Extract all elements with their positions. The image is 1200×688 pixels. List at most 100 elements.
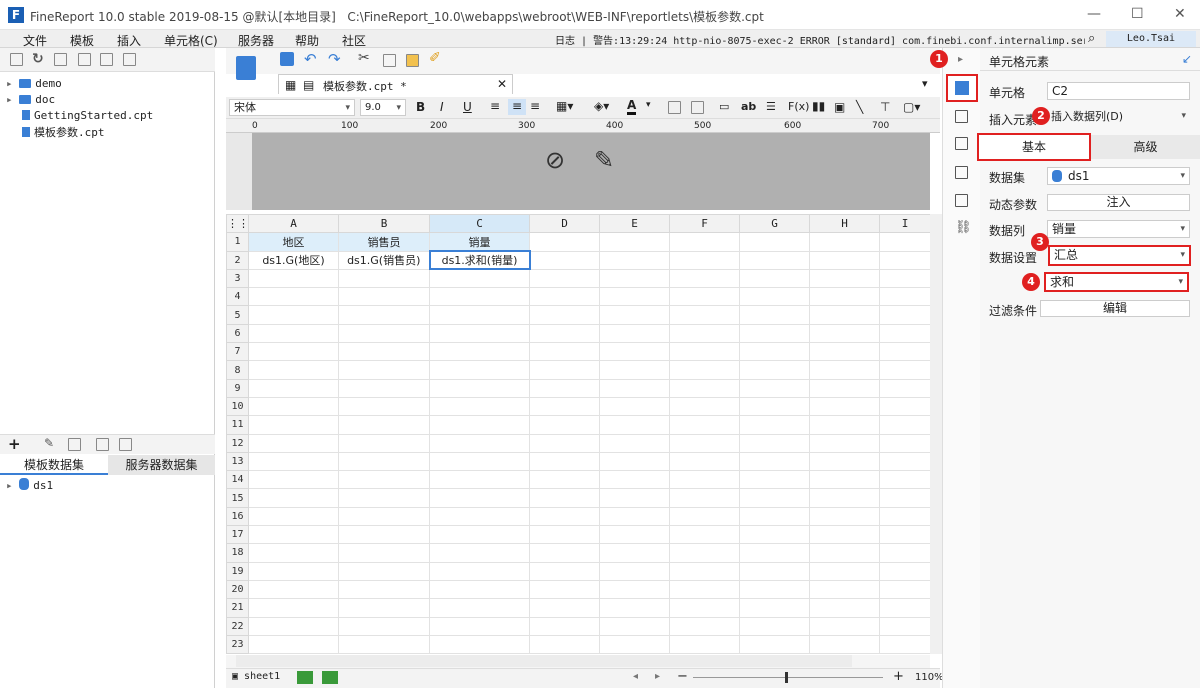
cell[interactable] xyxy=(338,506,430,527)
row-header[interactable]: 22 xyxy=(226,616,249,636)
cell[interactable] xyxy=(529,342,600,362)
cell[interactable] xyxy=(669,360,740,380)
redo-icon[interactable]: ↷ xyxy=(328,50,341,68)
cell[interactable] xyxy=(879,250,931,270)
cell[interactable] xyxy=(248,616,339,636)
cell[interactable] xyxy=(879,470,931,490)
cell[interactable] xyxy=(599,305,670,325)
cell[interactable] xyxy=(338,378,430,398)
cell[interactable] xyxy=(529,268,600,289)
cell[interactable] xyxy=(338,342,430,362)
add-sheet-icon[interactable] xyxy=(297,671,313,684)
tab-basic[interactable]: 基本 xyxy=(977,133,1091,161)
bold-icon[interactable]: B xyxy=(416,100,425,114)
cell[interactable] xyxy=(248,598,339,618)
row-header[interactable]: 19 xyxy=(226,561,249,581)
cell[interactable] xyxy=(669,323,740,344)
row-header[interactable]: 23 xyxy=(226,634,249,655)
cell[interactable] xyxy=(809,561,880,581)
cell[interactable] xyxy=(669,433,740,453)
cell[interactable] xyxy=(599,268,670,289)
row-header[interactable]: 3 xyxy=(226,268,249,289)
col-header[interactable]: C xyxy=(429,213,530,234)
cell[interactable] xyxy=(599,250,670,270)
cell[interactable] xyxy=(599,378,670,398)
richtext-icon[interactable]: ab xyxy=(741,100,756,113)
cell[interactable] xyxy=(809,232,880,252)
cell[interactable] xyxy=(809,598,880,618)
cell[interactable] xyxy=(809,323,880,344)
cell-c2[interactable]: ds1.求和(销量) xyxy=(428,250,531,271)
cell[interactable] xyxy=(338,268,430,289)
col-header[interactable]: H xyxy=(809,213,880,234)
cell[interactable] xyxy=(739,396,810,417)
cell[interactable] xyxy=(739,634,810,655)
align-center-icon[interactable]: ≡ xyxy=(508,99,526,115)
cell[interactable] xyxy=(879,360,931,380)
border-icon[interactable]: ▦▾ xyxy=(556,99,573,113)
cell[interactable] xyxy=(739,598,810,618)
cell[interactable] xyxy=(879,488,931,508)
cell[interactable] xyxy=(248,360,339,380)
cell[interactable] xyxy=(669,396,740,417)
corner-cell[interactable]: ⋮⋮ xyxy=(226,213,249,234)
cell[interactable] xyxy=(248,287,339,307)
cell[interactable] xyxy=(739,323,810,344)
cell[interactable] xyxy=(529,561,600,581)
cell[interactable] xyxy=(739,543,810,563)
cell[interactable] xyxy=(429,525,530,545)
hyperlink-icon[interactable]: ⛓ xyxy=(955,220,972,235)
close-icon[interactable]: ✕ xyxy=(1174,6,1186,22)
cell[interactable] xyxy=(248,488,339,508)
chevron-down-icon[interactable]: ▾ xyxy=(646,100,651,110)
cell[interactable] xyxy=(599,506,670,527)
col-header[interactable]: D xyxy=(529,213,600,234)
cell[interactable] xyxy=(248,579,339,600)
font-color-icon[interactable]: A xyxy=(627,98,637,115)
cell[interactable] xyxy=(529,543,600,563)
cell[interactable] xyxy=(879,506,931,527)
underline-icon[interactable]: U xyxy=(463,100,472,114)
cell[interactable] xyxy=(809,616,880,636)
cell[interactable] xyxy=(529,323,600,344)
cell[interactable] xyxy=(879,433,931,453)
cell[interactable] xyxy=(879,305,931,325)
cell[interactable] xyxy=(739,342,810,362)
cell[interactable] xyxy=(739,616,810,636)
menu-insert[interactable]: 插入 xyxy=(117,32,141,49)
slash-icon[interactable]: ╲ xyxy=(856,100,863,114)
fill-color-icon[interactable]: ◈▾ xyxy=(594,99,609,113)
col-header[interactable]: I xyxy=(879,213,931,234)
italic-icon[interactable]: I xyxy=(440,100,444,114)
zoom-in-icon[interactable]: + xyxy=(893,669,904,684)
refresh-icon[interactable]: ↻ xyxy=(32,51,44,67)
cell[interactable] xyxy=(248,323,339,344)
row-header[interactable]: 2 xyxy=(226,250,249,270)
cell[interactable] xyxy=(669,561,740,581)
cell[interactable] xyxy=(879,342,931,362)
font-family-select[interactable]: 宋体 ▾ xyxy=(229,99,355,116)
cell[interactable] xyxy=(879,598,931,618)
cell[interactable] xyxy=(338,598,430,618)
cell-element-button[interactable] xyxy=(946,74,978,102)
cell[interactable] xyxy=(599,342,670,362)
cell[interactable] xyxy=(429,396,530,417)
page-header-area[interactable] xyxy=(252,133,930,210)
zoom-slider[interactable] xyxy=(693,677,883,678)
cell[interactable] xyxy=(248,378,339,398)
row-header[interactable]: 14 xyxy=(226,470,249,490)
cell-a1[interactable]: 地区 xyxy=(248,232,339,252)
cell[interactable] xyxy=(338,543,430,563)
cell[interactable] xyxy=(529,396,600,417)
cell-c1[interactable]: 销量 xyxy=(429,232,530,252)
add-poly-sheet-icon[interactable] xyxy=(322,671,338,684)
cell[interactable] xyxy=(248,525,339,545)
cell[interactable] xyxy=(809,488,880,508)
cell[interactable] xyxy=(529,360,600,380)
minimize-icon[interactable]: — xyxy=(1087,6,1101,22)
cell[interactable] xyxy=(739,415,810,435)
save-icon[interactable] xyxy=(280,52,294,66)
cell[interactable] xyxy=(669,506,740,527)
cell[interactable] xyxy=(429,415,530,435)
paste-icon[interactable] xyxy=(406,54,419,67)
